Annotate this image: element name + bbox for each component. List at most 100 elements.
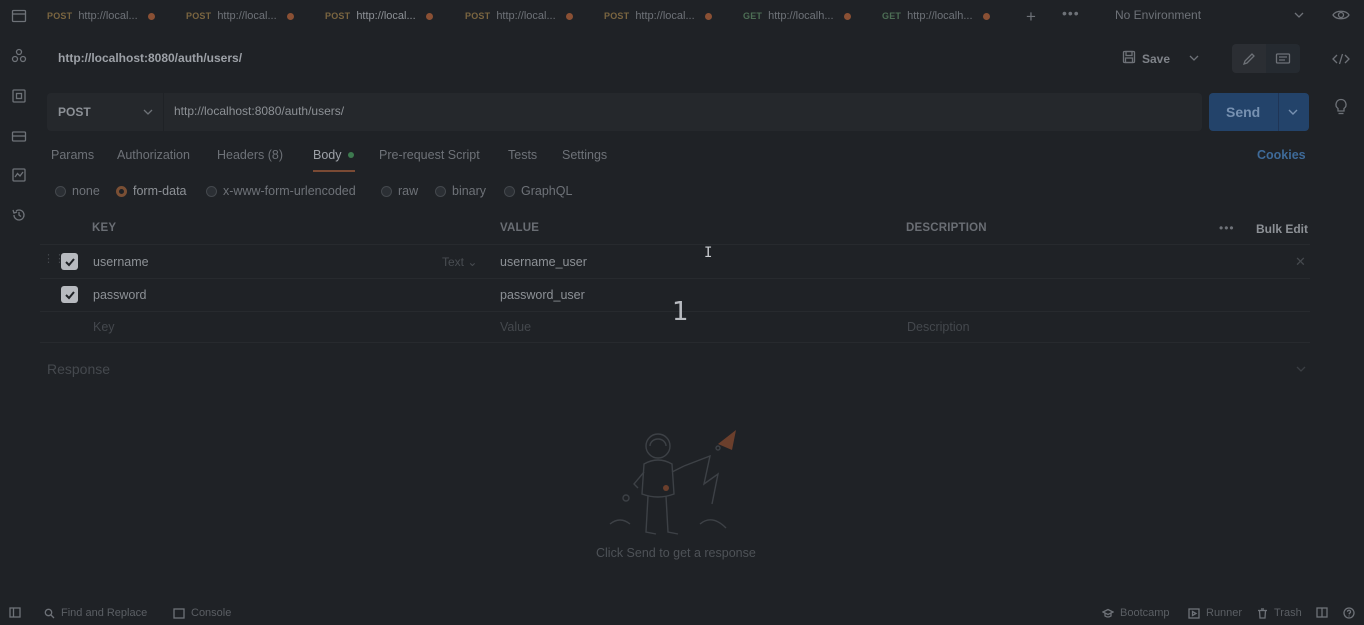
cookies-link[interactable]: Cookies xyxy=(1257,148,1306,162)
tab-body[interactable]: Body xyxy=(313,148,354,162)
divider xyxy=(40,342,1310,343)
tab-authorization[interactable]: Authorization xyxy=(117,148,190,162)
column-header-value: VALUE xyxy=(500,222,540,234)
row-checkbox[interactable] xyxy=(61,253,78,270)
divider xyxy=(163,93,164,131)
headers-count: (8) xyxy=(267,148,284,162)
value-placeholder[interactable]: Value xyxy=(500,320,531,334)
value-cell[interactable]: username_user xyxy=(500,255,587,269)
lightbulb-icon[interactable] xyxy=(1333,98,1349,119)
table-more-icon[interactable]: ••• xyxy=(1219,221,1235,235)
tab-settings[interactable]: Settings xyxy=(562,148,607,162)
bootcamp-button[interactable]: Bootcamp xyxy=(1102,607,1170,619)
tab-bar: POST http://local... POST http://local..… xyxy=(0,0,1364,32)
unsaved-dot-icon xyxy=(425,12,433,20)
key-cell[interactable]: username xyxy=(93,255,149,269)
view-mode-toggle xyxy=(1232,44,1300,73)
row-checkbox[interactable] xyxy=(61,286,78,303)
tab-tests[interactable]: Tests xyxy=(508,148,537,162)
tab-prerequest-script[interactable]: Pre-request Script xyxy=(379,148,480,162)
key-placeholder[interactable]: Key xyxy=(93,320,115,334)
radio-circle xyxy=(381,185,392,197)
key-cell[interactable]: password xyxy=(93,288,147,302)
trash-button[interactable]: Trash xyxy=(1257,607,1302,619)
environments-icon[interactable] xyxy=(11,128,27,144)
divider xyxy=(1278,93,1279,131)
tab-method: GET xyxy=(882,11,902,21)
request-tab-active[interactable]: POST http://local... xyxy=(325,0,433,32)
save-label: Save xyxy=(1142,51,1171,66)
send-options-chevron-icon[interactable] xyxy=(1287,106,1299,121)
chevron-down-icon[interactable] xyxy=(142,106,154,121)
chevron-down-icon[interactable] xyxy=(1295,363,1307,378)
tab-body-label: Body xyxy=(313,148,342,162)
chevron-down-icon[interactable] xyxy=(1293,9,1305,24)
find-and-replace-button[interactable]: Find and Replace xyxy=(44,607,147,619)
tab-params[interactable]: Params xyxy=(51,148,94,162)
monitors-icon[interactable] xyxy=(11,167,27,183)
tabs-more-icon[interactable]: ••• xyxy=(1062,5,1080,21)
save-button[interactable]: Save xyxy=(1122,50,1170,67)
radio-circle xyxy=(206,185,217,197)
tab-method: POST xyxy=(465,11,491,21)
radio-label: none xyxy=(72,184,100,198)
tab-method: POST xyxy=(604,11,630,21)
radio-label: binary xyxy=(452,184,487,198)
apis-icon[interactable] xyxy=(11,88,27,104)
unsaved-dot-icon xyxy=(704,12,712,20)
http-method-select[interactable]: POST xyxy=(58,105,91,119)
console-button[interactable]: Console xyxy=(173,607,231,619)
bulk-edit-button[interactable]: Bulk Edit xyxy=(1256,222,1308,236)
new-tab-plus-icon[interactable]: + xyxy=(1026,7,1036,27)
radio-label: raw xyxy=(398,184,419,198)
console-label: Console xyxy=(191,607,232,619)
toggle-sidebar-icon[interactable] xyxy=(9,607,21,618)
history-icon[interactable] xyxy=(11,207,27,223)
key-type-select[interactable]: Text ⌄ xyxy=(442,255,477,269)
unsaved-dot-icon xyxy=(843,12,851,20)
value-cell[interactable]: password_user xyxy=(500,288,585,302)
two-pane-view-icon[interactable] xyxy=(1316,607,1328,618)
radio-binary[interactable]: binary xyxy=(435,184,486,198)
radio-none[interactable]: none xyxy=(55,184,100,198)
comments-mode-icon[interactable] xyxy=(1266,44,1300,73)
request-tab[interactable]: POST http://local... xyxy=(186,0,294,32)
response-empty-hint: Click Send to get a response xyxy=(596,546,756,560)
request-tab[interactable]: GET http://localh... xyxy=(882,0,990,32)
request-tab[interactable]: POST http://local... xyxy=(604,0,712,32)
sidebar-toggle-icon[interactable] xyxy=(11,8,27,24)
unsaved-dot-icon xyxy=(147,12,155,20)
request-title[interactable]: http://localhost:8080/auth/users/ xyxy=(58,51,242,65)
tab-url: http://local... xyxy=(356,10,416,22)
text-cursor-icon: I xyxy=(704,245,713,261)
save-options-chevron-icon[interactable] xyxy=(1188,52,1200,67)
request-tab[interactable]: POST http://local... xyxy=(47,0,155,32)
environment-selector[interactable]: No Environment xyxy=(1115,8,1201,22)
runner-button[interactable]: Runner xyxy=(1188,607,1242,619)
description-placeholder[interactable]: Description xyxy=(907,320,970,334)
help-icon[interactable] xyxy=(1343,607,1355,619)
radio-label: form-data xyxy=(133,184,187,198)
tab-url: http://localh... xyxy=(768,10,834,22)
astronaut-illustration-icon xyxy=(600,424,760,547)
tab-headers[interactable]: Headers (8) xyxy=(217,148,283,162)
edit-mode-pencil-icon[interactable] xyxy=(1232,44,1266,73)
environment-quick-look-eye-icon[interactable] xyxy=(1332,7,1350,26)
collections-icon[interactable] xyxy=(11,48,27,64)
url-input[interactable]: http://localhost:8080/auth/users/ xyxy=(174,104,344,118)
unsaved-dot-icon xyxy=(286,12,294,20)
radio-graphql[interactable]: GraphQL xyxy=(504,184,572,198)
radio-form-data[interactable]: form-data xyxy=(116,184,187,198)
radio-urlencoded[interactable]: x-www-form-urlencoded xyxy=(206,184,356,198)
find-and-replace-label: Find and Replace xyxy=(61,607,148,619)
code-snippet-icon[interactable] xyxy=(1332,52,1350,69)
step-number-label: 1 xyxy=(672,297,689,327)
send-label[interactable]: Send xyxy=(1226,104,1260,120)
request-tab[interactable]: POST http://local... xyxy=(465,0,573,32)
request-tab[interactable]: GET http://localh... xyxy=(743,0,851,32)
tab-url: http://local... xyxy=(496,10,556,22)
radio-circle xyxy=(435,185,446,197)
delete-row-close-icon[interactable]: ✕ xyxy=(1295,254,1306,270)
radio-raw[interactable]: raw xyxy=(381,184,418,198)
unsaved-dot-icon xyxy=(565,12,573,20)
